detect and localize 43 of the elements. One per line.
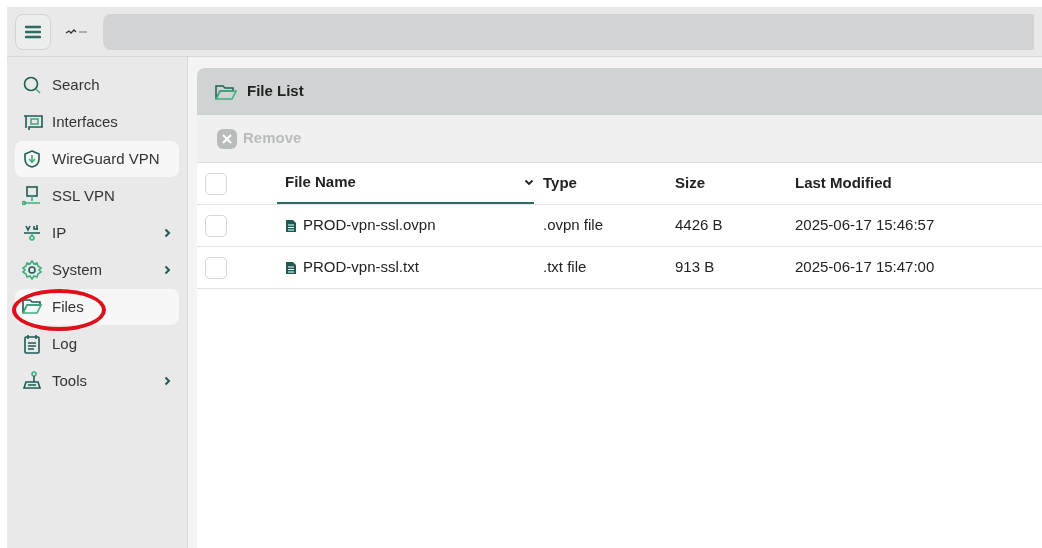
- ip-icon: [22, 223, 43, 243]
- document-icon: [285, 260, 297, 275]
- sort-caret-icon: [524, 179, 534, 186]
- select-all-checkbox[interactable]: [205, 172, 227, 195]
- gear-icon: [22, 260, 43, 280]
- table-cell-text: .txt file: [543, 257, 588, 278]
- column-label: File Name: [285, 172, 356, 193]
- sidebar-item[interactable]: Tools: [15, 363, 179, 399]
- sidebar-item[interactable]: SSL VPN: [15, 178, 179, 214]
- file-name[interactable]: PROD-vpn-ssl.txt: [303, 256, 419, 279]
- column-header[interactable]: File Name: [277, 163, 534, 204]
- table-cell-text: .ovpn file: [543, 215, 605, 236]
- table-cell-text: 4426 B: [675, 215, 724, 236]
- sidebar-item[interactable]: Files: [15, 289, 179, 325]
- file-name[interactable]: PROD-vpn-ssl.ovpn: [303, 214, 436, 237]
- sidebar-item[interactable]: Search: [15, 67, 179, 103]
- table-cell-text: 913 B: [675, 257, 716, 278]
- document-icon: [285, 218, 297, 233]
- search-icon: [22, 75, 43, 95]
- column-header[interactable]: Last Modified: [795, 172, 1042, 195]
- notepad-icon: [22, 334, 43, 354]
- logo-icon: [65, 27, 89, 36]
- sidebar-item[interactable]: Log: [15, 326, 179, 362]
- column-header[interactable]: Size: [675, 172, 795, 195]
- sidebar-item[interactable]: System: [15, 252, 179, 288]
- menu-icon: [25, 24, 41, 39]
- joystick-icon: [22, 371, 43, 391]
- column-header[interactable]: Type: [543, 172, 675, 195]
- shield-icon: [22, 149, 43, 169]
- close-icon: [217, 128, 237, 149]
- folder-icon: [22, 297, 43, 317]
- menu-button[interactable]: [15, 13, 51, 50]
- table-cell-text: 2025-06-17 15:47:00: [795, 257, 936, 278]
- folder-icon: [215, 82, 237, 101]
- row-checkbox[interactable]: [205, 214, 227, 237]
- sidebar-item[interactable]: Interfaces: [15, 104, 179, 140]
- network-card-icon: [22, 112, 43, 132]
- sidebar-item[interactable]: IP: [15, 215, 179, 251]
- computer-network-icon: [22, 186, 43, 206]
- sidebar-item[interactable]: WireGuard VPN: [15, 141, 179, 177]
- panel-title: File List: [247, 81, 304, 102]
- row-checkbox[interactable]: [205, 256, 227, 279]
- table-cell-text: 2025-06-17 15:46:57: [795, 215, 936, 236]
